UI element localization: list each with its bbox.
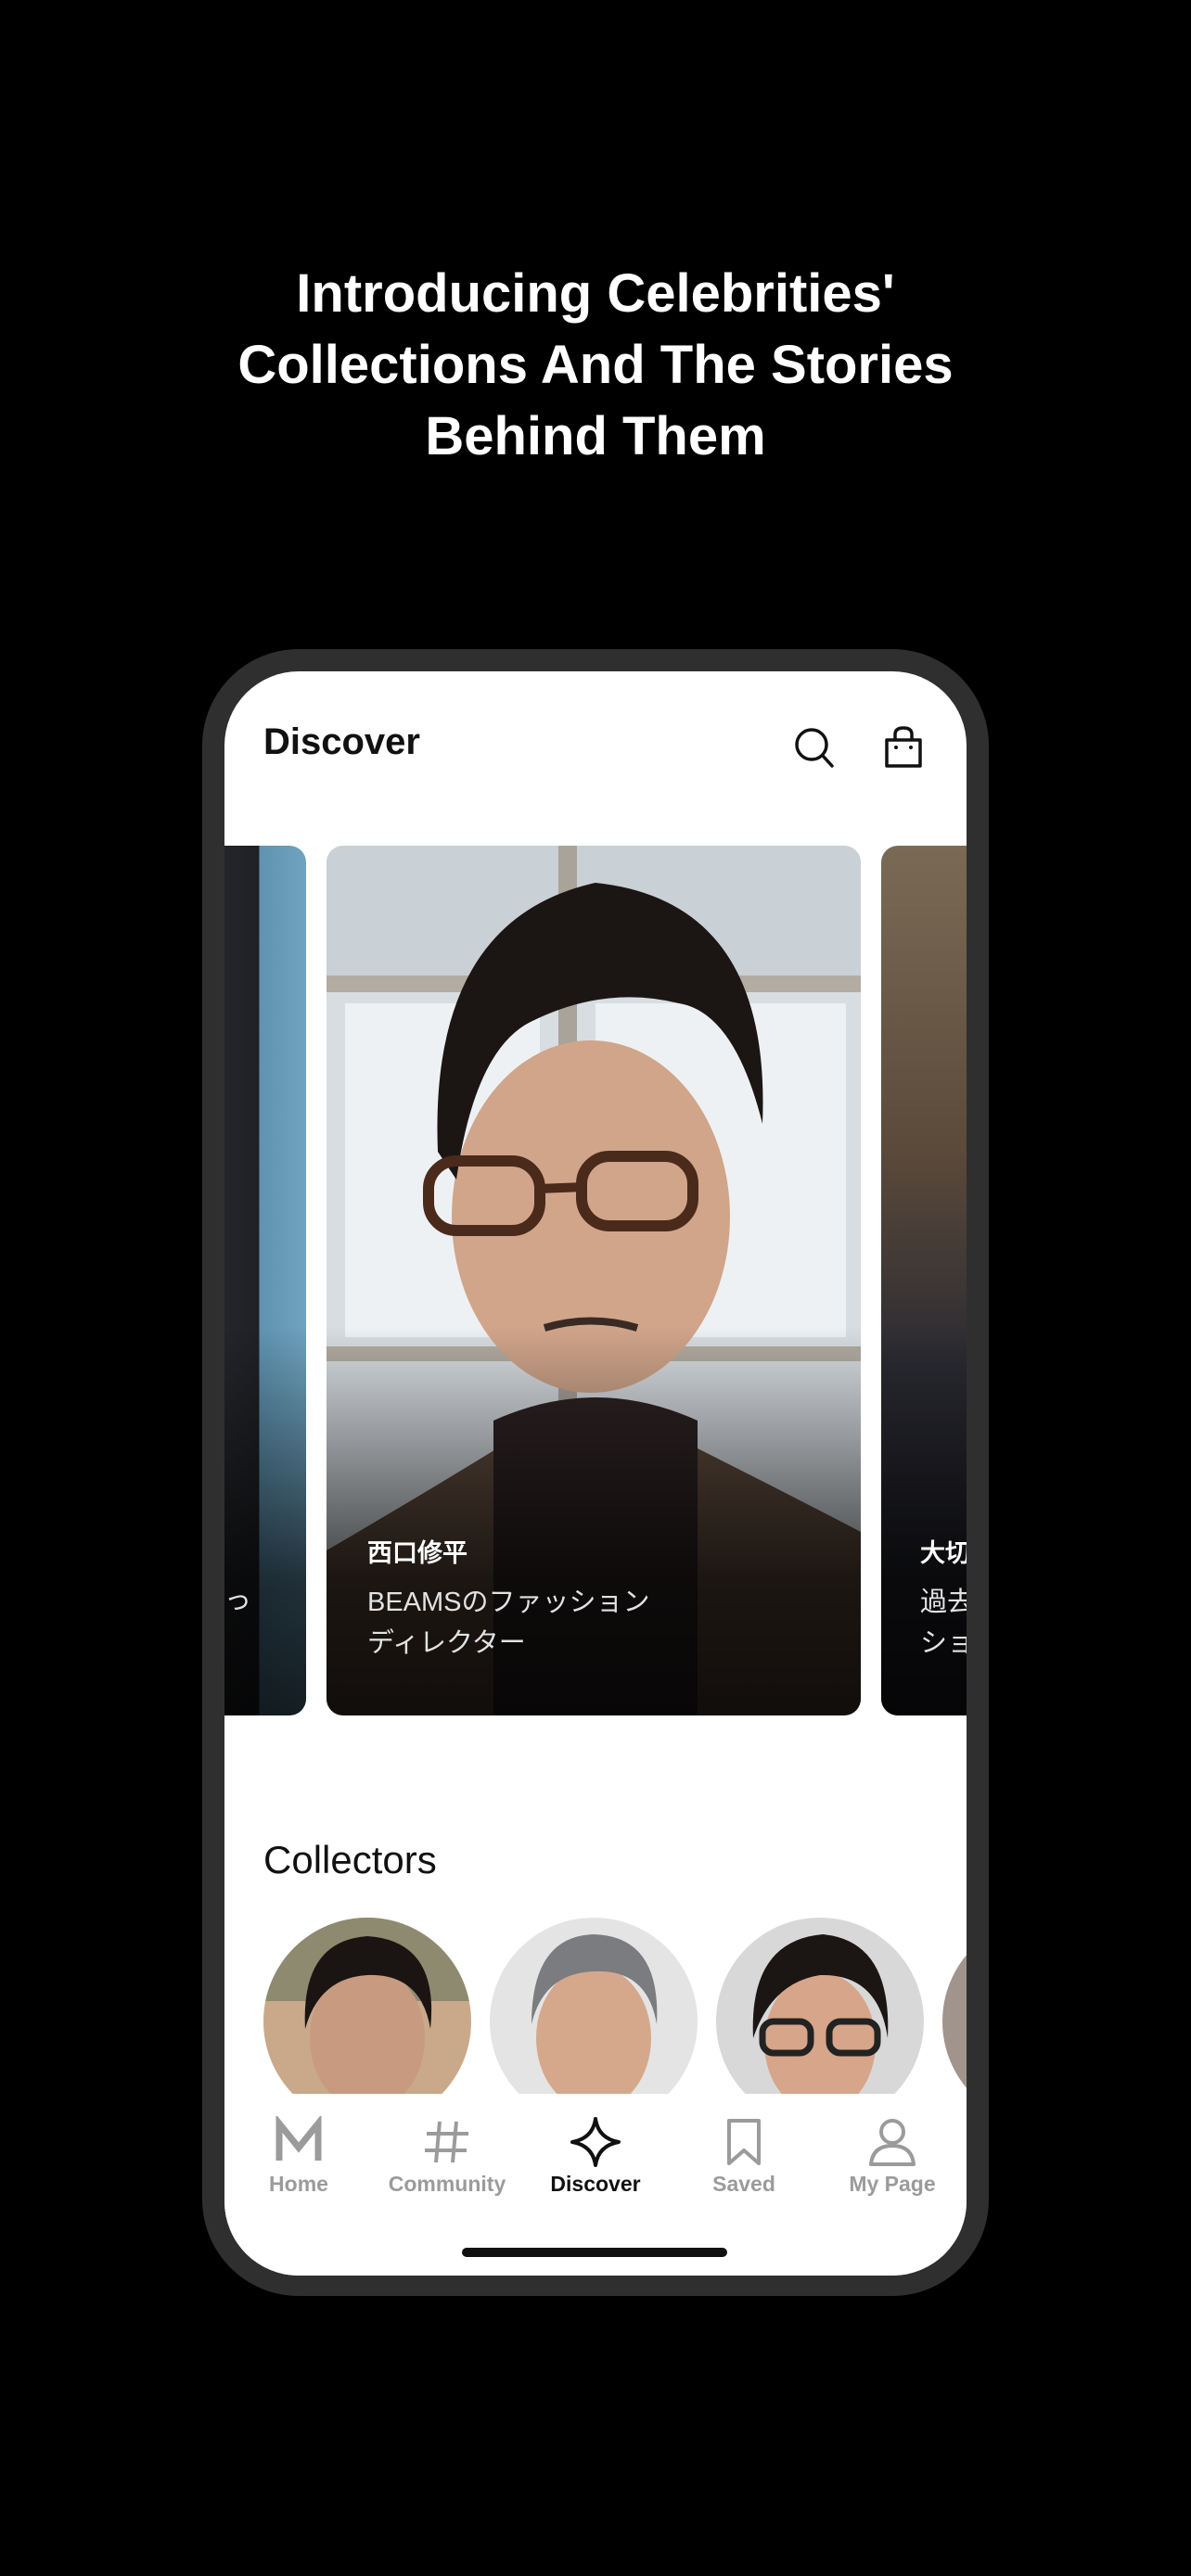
featured-card-right[interactable]: 大切 過去 ショ <box>881 846 967 1715</box>
bookmark-icon <box>727 2119 761 2165</box>
card-description: 過去 ショ <box>920 1582 967 1664</box>
search-icon[interactable] <box>790 723 839 772</box>
home-indicator[interactable] <box>462 2248 727 2257</box>
headline-line-1: Introducing Celebrities' <box>296 263 895 324</box>
m-logo-icon <box>275 2116 322 2161</box>
card-description-line-1: BEAMSのファッション <box>367 1588 650 1617</box>
sparkle-icon <box>570 2117 621 2167</box>
card-description-line-2: ショ <box>920 1628 967 1658</box>
tab-label: Community <box>388 2172 506 2196</box>
collectors-heading: Collectors <box>263 1838 437 1881</box>
page-title: Discover <box>263 721 420 762</box>
featured-card-center[interactable]: 西口修平 BEAMSのファッション ディレクター <box>327 846 861 1715</box>
tab-discover[interactable]: Discover <box>521 2116 670 2197</box>
card-name: 大切 <box>920 1539 967 1568</box>
card-name: 西口修平 <box>367 1539 467 1568</box>
tab-community[interactable]: Community <box>373 2116 521 2197</box>
tab-label: Saved <box>712 2172 775 2196</box>
shopping-bag-icon[interactable] <box>879 723 928 772</box>
phone-screen: Discover っ 西口修平 BEAMSのファッション ディレクター 大切 過… <box>224 671 967 2276</box>
hash-icon <box>425 2121 468 2163</box>
tab-home[interactable]: Home <box>224 2116 373 2197</box>
featured-card-left[interactable]: っ <box>224 846 306 1715</box>
tab-saved[interactable]: Saved <box>670 2116 818 2197</box>
card-description: っ <box>224 1586 252 1615</box>
card-description: BEAMSのファッション ディレクター <box>367 1582 650 1664</box>
headline-line-3: Behind Them <box>425 406 766 466</box>
tab-label: Home <box>269 2172 328 2196</box>
person-icon <box>869 2119 916 2166</box>
card-description-line-1: 過去 <box>920 1588 967 1617</box>
tab-my-page[interactable]: My Page <box>818 2116 967 2197</box>
tab-label: My Page <box>849 2172 936 2196</box>
headline-line-2: Collections And The Stories <box>237 335 954 395</box>
card-description-line-2: ディレクター <box>367 1628 526 1658</box>
marketing-headline: Introducing Celebrities' Collections And… <box>0 258 1191 472</box>
tab-label: Discover <box>550 2172 641 2196</box>
